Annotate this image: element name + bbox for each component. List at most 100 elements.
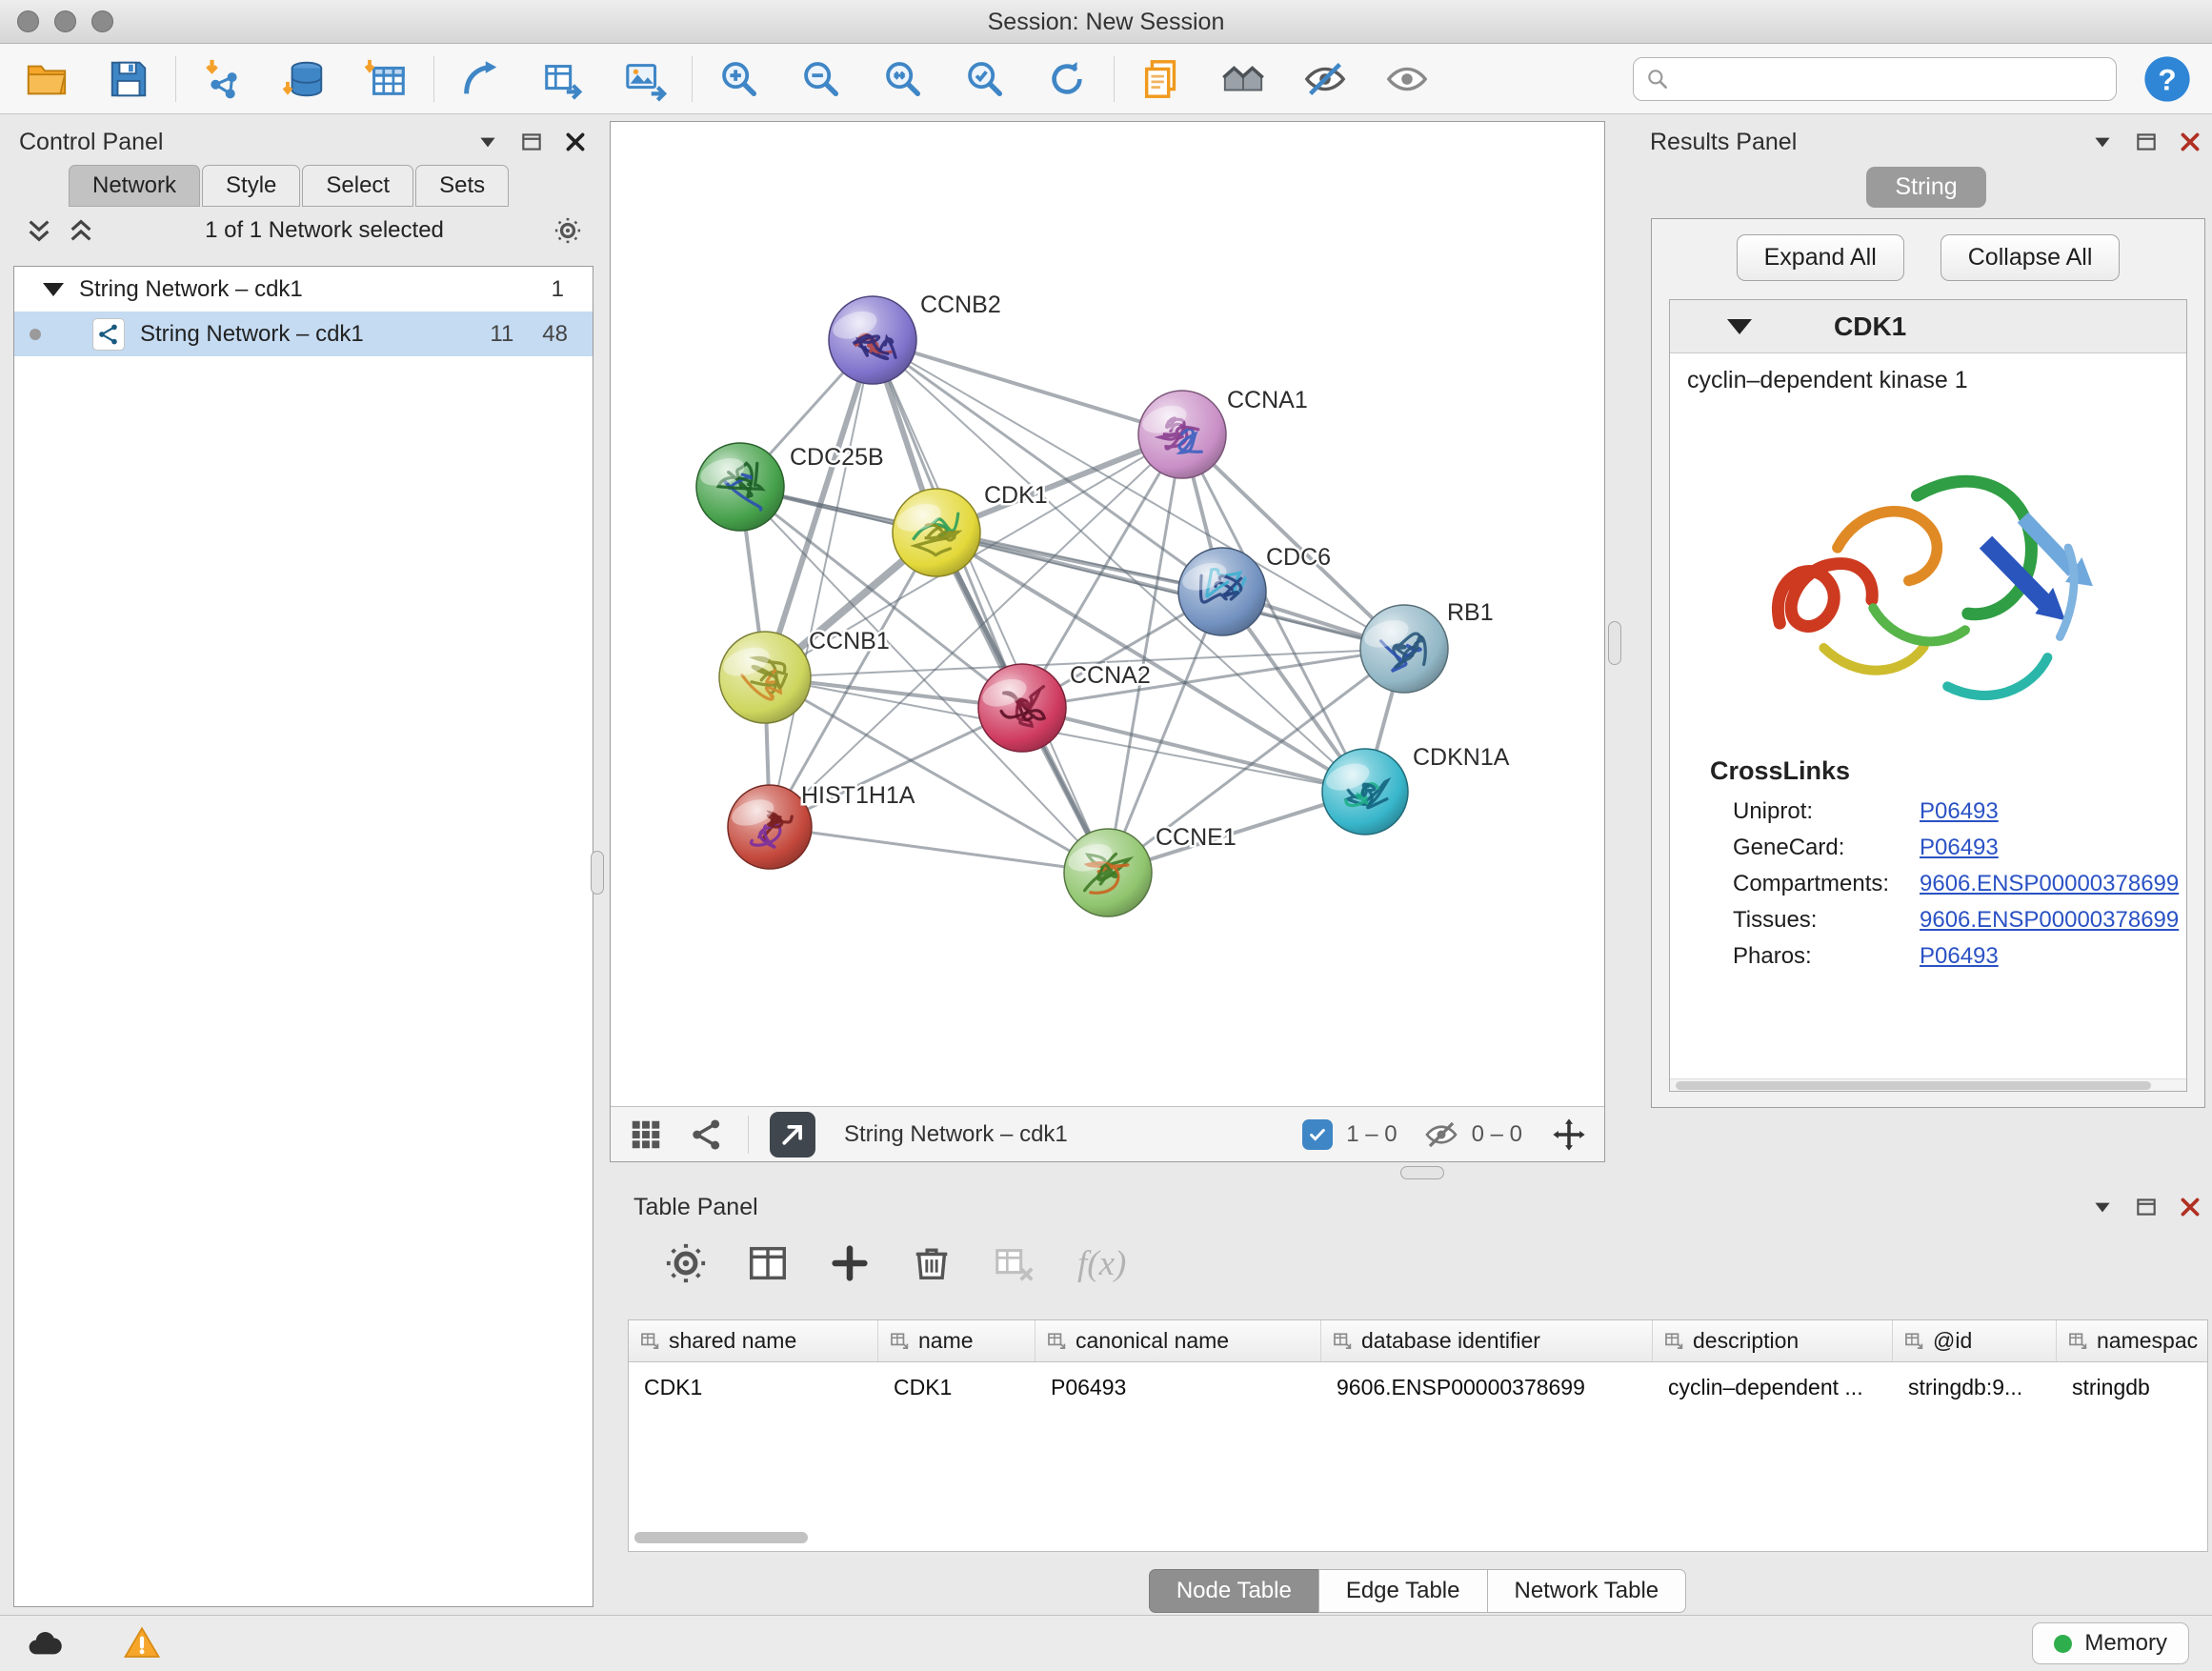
zoom-in-button[interactable] <box>712 51 767 107</box>
gene-card-scrollbar[interactable] <box>1670 1078 2186 1091</box>
network-edge[interactable] <box>770 340 873 827</box>
column-header[interactable]: canonical name <box>1036 1320 1321 1361</box>
network-node[interactable] <box>1178 548 1266 635</box>
show-all-button[interactable] <box>1379 51 1435 107</box>
splitter-handle[interactable] <box>591 851 604 895</box>
zoom-out-button[interactable] <box>794 51 849 107</box>
import-network-file-button[interactable] <box>195 51 251 107</box>
tab-network[interactable]: Network <box>69 165 200 207</box>
table-horizontal-scrollbar[interactable] <box>634 1532 2202 1546</box>
float-panel-icon[interactable] <box>2134 130 2159 154</box>
gear-icon[interactable] <box>553 216 582 245</box>
network-node[interactable] <box>1064 829 1152 916</box>
network-node[interactable] <box>728 785 812 869</box>
import-network-database-button[interactable] <box>277 51 332 107</box>
birdseye-view-button[interactable] <box>687 1115 727 1155</box>
crosslink-value-link[interactable]: P06493 <box>1920 943 1999 970</box>
network-row-selected[interactable]: String Network – cdk1 11 48 <box>14 312 593 356</box>
network-node[interactable] <box>1138 391 1226 478</box>
close-panel-icon[interactable] <box>2178 130 2202 154</box>
network-node[interactable] <box>696 443 784 531</box>
table-cell[interactable]: cyclin–dependent ... <box>1653 1375 1893 1400</box>
detach-view-button[interactable] <box>770 1112 815 1158</box>
memory-button[interactable]: Memory <box>2032 1622 2189 1664</box>
expand-all-button[interactable]: Expand All <box>1737 234 1904 281</box>
help-button[interactable]: ? <box>2142 53 2193 105</box>
splitter-handle[interactable] <box>1608 621 1621 665</box>
close-panel-icon[interactable] <box>563 130 588 154</box>
table-cell[interactable]: stringdb <box>2057 1375 2208 1400</box>
network-node[interactable] <box>829 296 916 384</box>
collapse-all-networks-icon[interactable] <box>25 216 53 245</box>
table-row[interactable]: CDK1CDK1P064939606.ENSP00000378699cyclin… <box>629 1362 2207 1412</box>
tab-edge-table[interactable]: Edge Table <box>1318 1569 1488 1613</box>
table-cell[interactable]: P06493 <box>1036 1375 1321 1400</box>
cloud-status-button[interactable] <box>23 1623 67 1663</box>
expand-all-networks-icon[interactable] <box>67 216 95 245</box>
network-node[interactable] <box>719 632 811 723</box>
column-header[interactable]: @id <box>1893 1320 2057 1361</box>
save-session-button[interactable] <box>101 51 156 107</box>
tab-style[interactable]: Style <box>202 165 300 207</box>
crosslink-value-link[interactable]: P06493 <box>1920 798 1999 825</box>
crosslink-value-link[interactable]: 9606.ENSP00000378699 <box>1920 871 2179 897</box>
table-cell[interactable]: CDK1 <box>878 1375 1036 1400</box>
crosslink-value-link[interactable]: P06493 <box>1920 835 1999 861</box>
tab-network-table[interactable]: Network Table <box>1487 1569 1687 1613</box>
new-network-from-selection-button[interactable] <box>453 51 509 107</box>
merge-networks-button[interactable] <box>1216 51 1271 107</box>
network-edge[interactable] <box>936 533 1404 649</box>
network-node[interactable] <box>1322 749 1408 835</box>
grid-view-button[interactable] <box>626 1115 666 1155</box>
network-edge[interactable] <box>770 827 1108 873</box>
network-collection-row[interactable]: String Network – cdk1 1 <box>14 267 593 312</box>
open-session-button[interactable] <box>19 51 74 107</box>
float-panel-icon[interactable] <box>2134 1195 2159 1219</box>
zoom-fit-button[interactable] <box>875 51 931 107</box>
tab-string[interactable]: String <box>1866 167 1985 208</box>
collapse-all-button[interactable]: Collapse All <box>1941 234 2121 281</box>
network-edge[interactable] <box>765 340 873 677</box>
network-canvas[interactable]: CCNB2CCNA1CDC25BCDK1CDC6RB1CCNB1CCNA2CDK… <box>611 122 1604 1106</box>
tab-select[interactable]: Select <box>302 165 413 207</box>
table-settings-button[interactable] <box>662 1239 710 1287</box>
collapse-panel-icon[interactable] <box>2090 130 2115 154</box>
hide-selected-button[interactable] <box>1297 51 1353 107</box>
import-table-button[interactable] <box>359 51 414 107</box>
gene-card-header[interactable]: CDK1 <box>1670 300 2186 353</box>
column-header[interactable]: name <box>878 1320 1036 1361</box>
column-header[interactable]: shared name <box>629 1320 878 1361</box>
column-header[interactable]: namespac <box>2057 1320 2208 1361</box>
table-cell[interactable]: 9606.ENSP00000378699 <box>1321 1375 1653 1400</box>
gene-disclosure-triangle-icon[interactable] <box>1727 319 1752 334</box>
delete-column-button[interactable] <box>908 1239 955 1287</box>
tab-node-table[interactable]: Node Table <box>1149 1569 1319 1613</box>
network-node[interactable] <box>978 664 1066 752</box>
network-edge[interactable] <box>873 340 1182 434</box>
search-input[interactable] <box>1679 65 2104 93</box>
show-columns-button[interactable] <box>744 1239 792 1287</box>
collapse-panel-icon[interactable] <box>475 130 500 154</box>
network-node[interactable] <box>893 489 980 576</box>
show-graphics-details-button[interactable] <box>1134 51 1189 107</box>
selected-checkbox-icon[interactable] <box>1302 1119 1333 1150</box>
crosslink-value-link[interactable]: 9606.ENSP00000378699 <box>1920 907 2179 934</box>
network-node[interactable] <box>1360 605 1448 693</box>
warnings-button[interactable] <box>120 1623 164 1663</box>
column-header[interactable]: description <box>1653 1320 1893 1361</box>
zoom-selected-button[interactable] <box>957 51 1013 107</box>
table-cell[interactable]: CDK1 <box>629 1375 878 1400</box>
collapse-panel-icon[interactable] <box>2090 1195 2115 1219</box>
column-header[interactable]: database identifier <box>1321 1320 1653 1361</box>
splitter-handle[interactable] <box>1400 1166 1444 1179</box>
apply-layout-button[interactable] <box>1039 51 1095 107</box>
search-box[interactable] <box>1633 57 2117 101</box>
export-network-button[interactable] <box>535 51 591 107</box>
table-cell[interactable]: stringdb:9... <box>1893 1375 2057 1400</box>
disclosure-triangle-icon[interactable] <box>43 283 64 296</box>
tab-sets[interactable]: Sets <box>415 165 509 207</box>
add-column-button[interactable] <box>826 1239 874 1287</box>
float-panel-icon[interactable] <box>519 130 544 154</box>
pan-mode-button[interactable] <box>1549 1115 1589 1155</box>
export-image-button[interactable] <box>617 51 673 107</box>
